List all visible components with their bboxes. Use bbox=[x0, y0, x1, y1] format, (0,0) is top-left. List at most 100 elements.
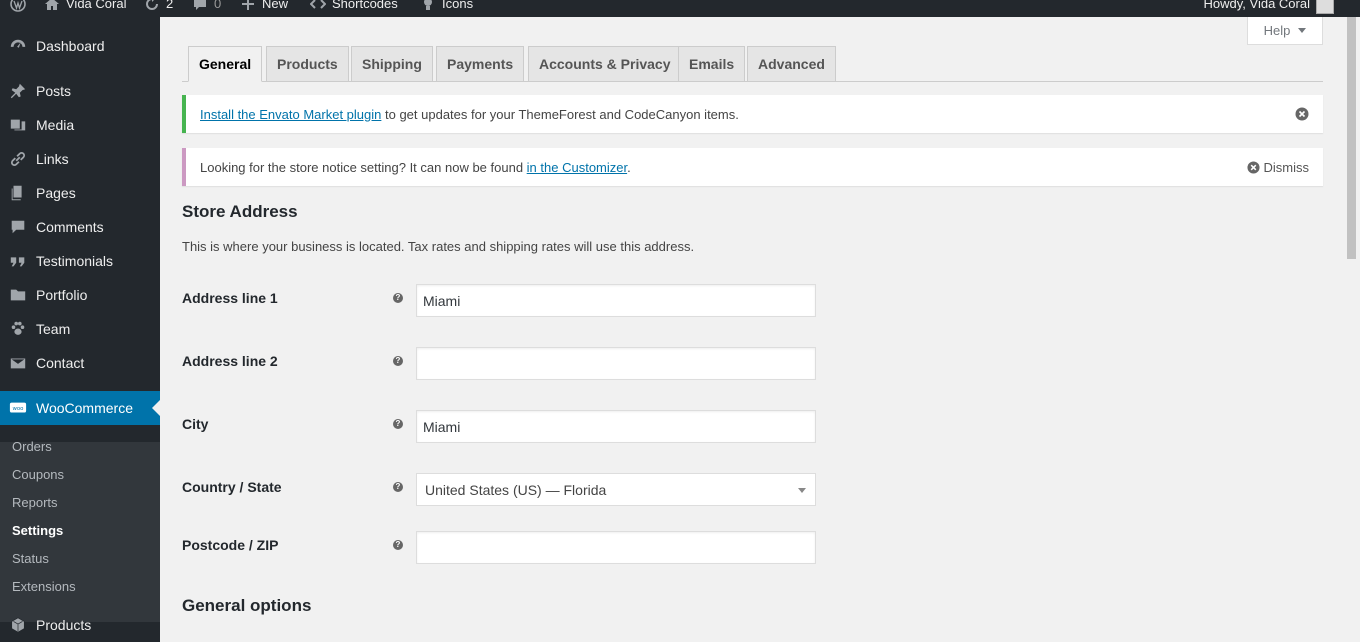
shortcodes-link[interactable]: Shortcodes bbox=[310, 0, 398, 14]
sidebar-label: Team bbox=[36, 321, 71, 337]
tab-shipping[interactable]: Shipping bbox=[351, 46, 433, 82]
help-tip-icon[interactable]: ? bbox=[393, 540, 403, 550]
bulb-icon bbox=[424, 0, 432, 10]
sidebar-item-team[interactable]: Team bbox=[0, 312, 160, 346]
sidebar-label: Portfolio bbox=[36, 287, 88, 303]
howdy-label: Howdy, Vida Coral bbox=[1203, 0, 1310, 11]
updates-count: 2 bbox=[166, 0, 174, 11]
woo-icon: woo bbox=[0, 399, 36, 417]
sidebar-label: Testimonials bbox=[36, 253, 114, 269]
admin-sidebar: Dashboard Posts Media Links Pages Commen… bbox=[0, 17, 160, 642]
postcode-label: Postcode / ZIP bbox=[182, 537, 279, 553]
home-icon bbox=[45, 0, 59, 10]
sidebar-item-contact[interactable]: Contact bbox=[0, 346, 160, 380]
customizer-link[interactable]: in the Customizer bbox=[527, 160, 627, 175]
woocommerce-submenu: Orders Coupons Reports Settings Status E… bbox=[0, 439, 160, 622]
envato-notice: Install the Envato Market plugin to get … bbox=[182, 95, 1323, 133]
sidebar-label: Products bbox=[36, 617, 92, 633]
help-tip-icon[interactable]: ? bbox=[393, 482, 403, 492]
address-line2-label: Address line 2 bbox=[182, 353, 278, 369]
avatar[interactable] bbox=[1316, 0, 1334, 14]
store-notice-message-text: Looking for the store notice setting? It… bbox=[200, 159, 527, 175]
sidebar-item-posts[interactable]: Posts bbox=[0, 74, 160, 108]
sidebar-label: Media bbox=[36, 117, 75, 133]
dashboard-icon bbox=[0, 37, 36, 55]
pages-icon bbox=[0, 184, 36, 202]
sidebar-label: Pages bbox=[36, 185, 76, 201]
postcode-input[interactable] bbox=[416, 531, 816, 564]
dismiss-label: Dismiss bbox=[1263, 159, 1310, 175]
submenu-item-coupons[interactable]: Coupons bbox=[12, 464, 64, 486]
address-line2-input[interactable] bbox=[416, 347, 816, 380]
icons-link[interactable]: Icons bbox=[420, 0, 473, 14]
sidebar-label: Contact bbox=[36, 355, 85, 371]
mail-icon bbox=[0, 354, 36, 372]
quote-icon bbox=[0, 252, 36, 270]
store-address-heading: Store Address bbox=[182, 202, 298, 221]
close-icon[interactable] bbox=[1295, 107, 1309, 121]
new-content-link[interactable]: New bbox=[240, 0, 288, 14]
page-scrollbar[interactable] bbox=[1343, 17, 1360, 642]
tab-payments[interactable]: Payments bbox=[436, 46, 525, 82]
sidebar-label: Posts bbox=[36, 83, 72, 99]
sidebar-item-pages[interactable]: Pages bbox=[0, 176, 160, 210]
sidebar-item-testimonials[interactable]: Testimonials bbox=[0, 244, 160, 278]
cube-icon bbox=[0, 616, 36, 634]
admin-bar: Vida Coral 2 0 New Shortcodes Icons Howd… bbox=[0, 0, 1360, 17]
refresh-icon bbox=[146, 0, 158, 10]
envato-notice-message: to get updates for your ThemeForest and … bbox=[381, 106, 739, 122]
sidebar-label: Links bbox=[36, 151, 69, 167]
dismiss-button[interactable]: Dismiss bbox=[1246, 148, 1310, 186]
comments-link[interactable]: 0 bbox=[192, 0, 221, 14]
icons-label: Icons bbox=[442, 0, 474, 11]
sidebar-item-links[interactable]: Links bbox=[0, 142, 160, 176]
install-envato-link[interactable]: Install the Envato Market plugin bbox=[200, 107, 381, 122]
city-label: City bbox=[182, 416, 209, 432]
sidebar-item-media[interactable]: Media bbox=[0, 108, 160, 142]
pin-icon bbox=[0, 82, 36, 100]
shortcodes-label: Shortcodes bbox=[332, 0, 398, 11]
paw-icon bbox=[0, 320, 36, 338]
address-line1-input[interactable] bbox=[416, 284, 816, 317]
tab-advanced[interactable]: Advanced bbox=[747, 46, 836, 82]
help-button[interactable]: Help bbox=[1247, 17, 1323, 45]
sidebar-item-portfolio[interactable]: Portfolio bbox=[0, 278, 160, 312]
tab-general[interactable]: General bbox=[188, 46, 263, 82]
new-label: New bbox=[262, 0, 289, 11]
media-icon bbox=[0, 116, 36, 134]
country-state-value: United States (US) — Florida bbox=[425, 481, 607, 498]
submenu-item-orders[interactable]: Orders bbox=[12, 436, 52, 458]
my-account-link[interactable]: Howdy, Vida Coral bbox=[1204, 0, 1310, 14]
help-tip-icon[interactable]: ? bbox=[393, 356, 403, 366]
site-name-link[interactable]: Vida Coral bbox=[44, 0, 126, 14]
sidebar-item-dashboard[interactable]: Dashboard bbox=[0, 29, 160, 63]
tab-emails[interactable]: Emails bbox=[678, 46, 746, 82]
tab-accounts-privacy[interactable]: Accounts & Privacy bbox=[528, 46, 682, 82]
sidebar-item-comments[interactable]: Comments bbox=[0, 210, 160, 244]
tab-products[interactable]: Products bbox=[266, 46, 349, 82]
svg-text:woo: woo bbox=[13, 406, 24, 412]
submenu-item-extensions[interactable]: Extensions bbox=[12, 576, 76, 598]
sidebar-item-woocommerce[interactable]: woo WooCommerce bbox=[0, 391, 160, 425]
code-icon bbox=[310, 0, 326, 9]
help-tip-icon[interactable]: ? bbox=[393, 419, 403, 429]
submenu-item-reports[interactable]: Reports bbox=[12, 492, 58, 514]
city-input[interactable] bbox=[416, 410, 816, 443]
country-state-label: Country / State bbox=[182, 479, 282, 495]
country-state-select[interactable]: United States (US) — Florida bbox=[416, 473, 816, 506]
store-address-description: This is where your business is located. … bbox=[182, 239, 695, 254]
scrollbar-thumb[interactable] bbox=[1347, 17, 1356, 259]
submenu-item-settings[interactable]: Settings bbox=[12, 520, 63, 542]
settings-tabs: General Products Shipping Payments Accou… bbox=[182, 46, 1323, 82]
sidebar-item-products[interactable]: Products bbox=[0, 608, 160, 642]
help-tip-icon[interactable]: ? bbox=[393, 293, 403, 303]
submenu-item-status[interactable]: Status bbox=[12, 548, 49, 570]
wordpress-logo-icon[interactable] bbox=[10, 0, 26, 14]
caret-down-icon bbox=[1298, 28, 1307, 33]
comment-bubble-icon bbox=[194, 0, 206, 10]
close-circle-icon bbox=[1246, 160, 1260, 174]
store-notice-text: Looking for the store notice setting? It… bbox=[200, 160, 631, 175]
updates-link[interactable]: 2 bbox=[144, 0, 173, 14]
store-notice-period: . bbox=[627, 159, 631, 175]
general-options-heading: General options bbox=[182, 596, 312, 615]
